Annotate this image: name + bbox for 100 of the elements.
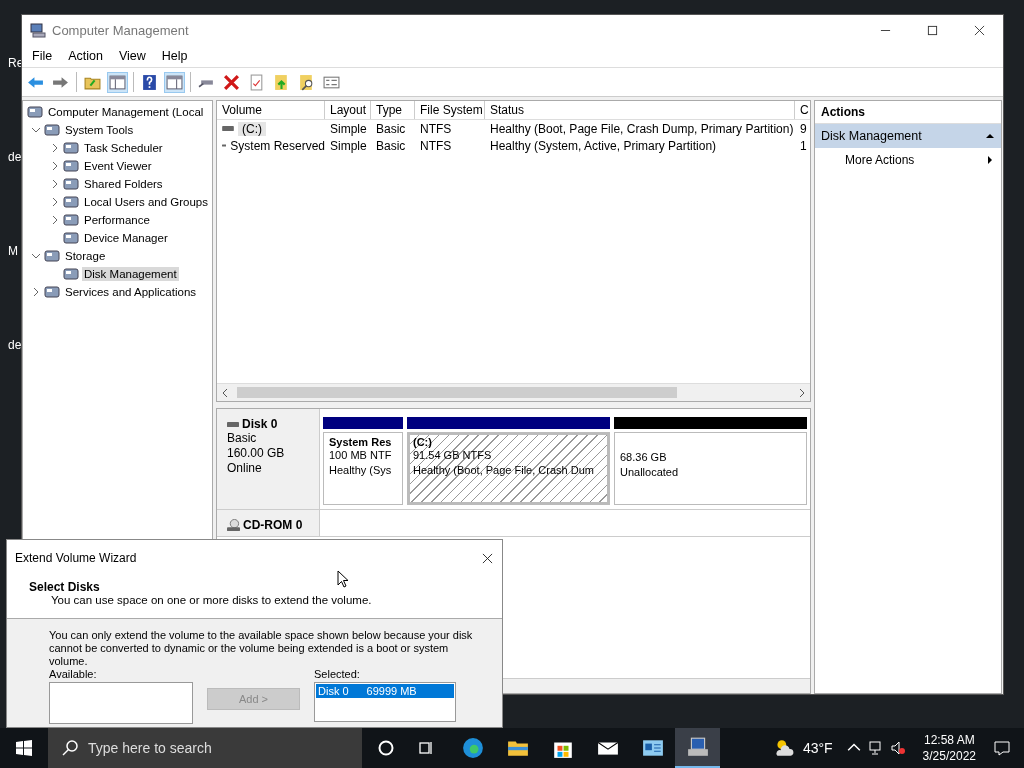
snap-in-icon <box>27 104 43 120</box>
tree-item[interactable]: Services and Applications <box>63 285 199 299</box>
delete-icon[interactable] <box>222 72 241 92</box>
scroll-right-icon[interactable] <box>798 388 806 397</box>
console-tree-icon[interactable] <box>108 72 127 92</box>
column-header[interactable]: File System <box>415 101 485 119</box>
table-cell: Basic <box>376 121 406 136</box>
disk-detail: 160.00 GB <box>227 446 286 461</box>
partition-size: 100 MB NTF <box>329 448 393 463</box>
snap-in-icon <box>63 230 79 246</box>
column-header[interactable]: Type <box>371 101 415 119</box>
desktop-icon-label[interactable]: de <box>8 150 24 164</box>
snap-in-icon <box>63 212 79 228</box>
tree-item[interactable]: Storage <box>63 249 108 263</box>
tree-item[interactable]: Event Viewer <box>82 159 154 173</box>
partition-block[interactable]: System Res 100 MB NTF Healthy (Sys <box>323 432 403 505</box>
table-cell: 9 <box>800 121 807 136</box>
table-cell: Healthy (Boot, Page File, Crash Dump, Primary Partition) <box>490 121 794 136</box>
tree-item[interactable]: System Tools <box>63 123 136 137</box>
wizard-heading: Select Disks <box>29 580 101 594</box>
disk-list-item[interactable]: Disk 0 69999 MB <box>316 684 454 698</box>
management-taskbar-app[interactable] <box>675 728 720 768</box>
menu-item[interactable]: Help <box>155 49 194 63</box>
disk-label: Disk 0 <box>318 685 349 697</box>
tree-item[interactable]: Task Scheduler <box>82 141 165 155</box>
table-cell: NTFS <box>420 121 452 136</box>
submenu-arrow-icon <box>985 155 995 165</box>
chevron-right-icon[interactable] <box>50 215 60 225</box>
taskbar-search-field[interactable]: Type here to search <box>48 728 362 768</box>
column-header[interactable]: Volume <box>217 101 325 119</box>
speaker-muted-icon[interactable] <box>890 741 905 755</box>
desktop-icon-label[interactable]: M <box>8 244 24 258</box>
disk-detail: Basic <box>227 431 258 446</box>
scroll-left-icon[interactable] <box>221 388 229 397</box>
partition-size: 68.36 GB <box>620 450 668 465</box>
network-icon[interactable] <box>868 741 883 755</box>
snap-in-icon <box>44 284 60 300</box>
computer-icon <box>686 736 709 758</box>
tree-item[interactable]: Computer Management (Local <box>46 105 206 119</box>
more-actions-link[interactable]: More Actions <box>845 153 915 167</box>
available-disks-list[interactable] <box>49 682 193 724</box>
windows-start-icon[interactable] <box>16 740 32 756</box>
maximize-icon[interactable] <box>927 24 938 36</box>
snap-in-icon <box>63 176 79 192</box>
search-icon <box>62 740 78 756</box>
notification-icon[interactable] <box>994 740 1010 756</box>
partition-status: Unallocated <box>620 465 680 480</box>
menu-item[interactable]: File <box>26 49 59 63</box>
menu-item[interactable]: Action <box>62 49 109 63</box>
chevron-right-icon[interactable] <box>31 287 41 297</box>
partition-name: (C:) <box>413 436 433 448</box>
partition-block[interactable]: 68.36 GB Unallocated <box>614 432 807 505</box>
close-icon[interactable] <box>482 552 493 564</box>
selected-label: Selected: <box>314 668 361 680</box>
table-cell: Simple <box>330 138 367 153</box>
actions-section-header[interactable]: Disk Management <box>815 124 1001 148</box>
desktop-icon-label[interactable]: de <box>8 338 24 352</box>
temperature[interactable]: 43°F <box>802 740 833 756</box>
help-icon[interactable] <box>140 72 159 92</box>
chevron-right-icon[interactable] <box>50 143 60 153</box>
scrollbar-thumb[interactable] <box>237 387 677 398</box>
task-view-icon[interactable] <box>418 740 434 756</box>
disk-name: Disk 0 <box>242 417 278 431</box>
table-cell: Basic <box>376 138 406 153</box>
table-cell: Simple <box>330 121 367 136</box>
computer-icon <box>30 22 46 38</box>
selected-disks-list[interactable]: Disk 0 69999 MB <box>314 682 456 722</box>
chevron-right-icon[interactable] <box>50 161 60 171</box>
date: 3/25/2022 <box>922 748 976 764</box>
tree-item[interactable]: Shared Folders <box>82 177 165 191</box>
snap-in-icon <box>44 122 60 138</box>
cd-drive-icon <box>227 518 240 532</box>
disk-size: 69999 MB <box>366 685 417 697</box>
chevron-right-icon[interactable] <box>50 197 60 207</box>
table-cell: Healthy (System, Active, Primary Partition) <box>490 138 717 153</box>
chevron-down-icon[interactable] <box>31 251 41 261</box>
collapse-triangle-icon[interactable] <box>985 131 995 141</box>
chevron-down-icon[interactable] <box>31 125 41 135</box>
disk-name: CD-ROM 0 <box>243 518 303 532</box>
tree-item[interactable]: Local Users and Groups <box>82 195 210 209</box>
available-label: Available: <box>49 668 98 680</box>
action-pane-icon[interactable] <box>165 72 184 92</box>
snap-in-icon <box>63 266 79 282</box>
tree-item[interactable]: Disk Management <box>82 267 179 281</box>
column-header[interactable]: Layout <box>325 101 371 119</box>
chevron-right-icon[interactable] <box>50 179 60 189</box>
wizard-message: You can only extend the volume to the available space shown below because your disk cannot be converted to dynamic or the volume being extended is a boot or system volume. <box>49 629 474 668</box>
menu-item[interactable]: View <box>112 49 152 63</box>
clock[interactable]: 12:58 AM 3/25/2022 <box>922 732 976 764</box>
drive-label[interactable]: (C:) <box>238 121 266 136</box>
cortana-circle-icon[interactable] <box>378 740 394 756</box>
partition-block[interactable]: (C:) 91.54 GB NTFS Healthy (Boot, Page File, Crash Dum <box>407 432 610 505</box>
column-header[interactable]: Status <box>485 101 795 119</box>
drive-label[interactable]: System Reserved <box>230 138 325 153</box>
close-icon[interactable] <box>974 24 985 36</box>
snap-in-icon <box>63 194 79 210</box>
horizontal-scrollbar[interactable] <box>217 383 810 401</box>
tree-item[interactable]: Device Manager <box>82 231 170 245</box>
tree-item[interactable]: Performance <box>82 213 152 227</box>
window-title: Computer Management <box>52 22 189 38</box>
